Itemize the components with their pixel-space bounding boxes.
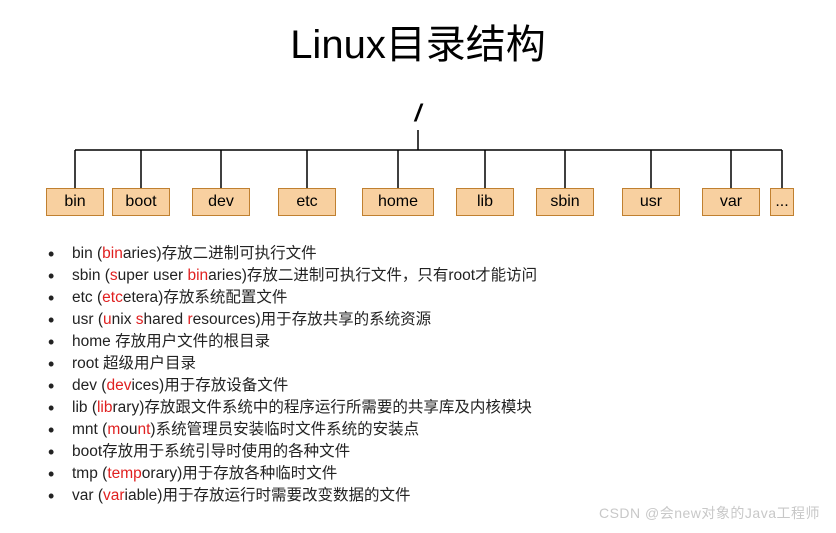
dir-box-moremoremore: ...: [770, 188, 794, 216]
text: dev (: [72, 377, 106, 394]
text: esources)用于存放共享的系统资源: [193, 311, 432, 328]
dir-box-boot: boot: [112, 188, 170, 216]
text: etc (: [72, 289, 102, 306]
text: home 存放用户文件的根目录: [72, 333, 270, 350]
list-item: etc (etcetera)存放系统配置文件: [48, 287, 836, 309]
dir-box-sbin: sbin: [536, 188, 594, 216]
highlight-text: m: [107, 421, 120, 438]
dir-box-bin: bin: [46, 188, 104, 216]
list-item: usr (unix shared resources)用于存放共享的系统资源: [48, 309, 836, 331]
text: mnt (: [72, 421, 107, 438]
highlight-text: nt: [137, 421, 150, 438]
highlight-text: u: [103, 311, 112, 328]
text: boot存放用于系统引导时使用的各种文件: [72, 443, 350, 460]
tree-connectors: [38, 128, 798, 188]
dir-box-lib: lib: [456, 188, 514, 216]
text: nix: [112, 311, 136, 328]
list-item: tmp (temporary)用于存放各种临时文件: [48, 463, 836, 485]
text: hared: [144, 311, 188, 328]
highlight-text: dev: [106, 377, 131, 394]
text: aries)存放二进制可执行文件，只有root才能访问: [208, 267, 537, 284]
text: orary)用于存放各种临时文件: [142, 465, 337, 482]
text: etera)存放系统配置文件: [123, 289, 288, 306]
dir-box-usr: usr: [622, 188, 680, 216]
directory-tree: / binbootdevetchomelibsbinusrvar...: [38, 100, 798, 225]
list-item: dev (devices)用于存放设备文件: [48, 375, 836, 397]
text: iable)用于存放运行时需要改变数据的文件: [125, 487, 411, 504]
dir-box-etc: etc: [278, 188, 336, 216]
highlight-text: bin: [102, 245, 123, 262]
list-item: sbin (super user binaries)存放二进制可执行文件，只有r…: [48, 265, 836, 287]
text: ices)用于存放设备文件: [131, 377, 288, 394]
list-item: lib (library)存放跟文件系统中的程序运行所需要的共享库及内核模块: [48, 397, 836, 419]
text: bin (: [72, 245, 102, 262]
list-item: home 存放用户文件的根目录: [48, 331, 836, 353]
list-item: mnt (mount)系统管理员安装临时文件系统的安装点: [48, 419, 836, 441]
dir-box-dev: dev: [192, 188, 250, 216]
text: usr (: [72, 311, 103, 328]
highlight-text: temp: [107, 465, 141, 482]
list-item: boot存放用于系统引导时使用的各种文件: [48, 441, 836, 463]
list-item: bin (binaries)存放二进制可执行文件: [48, 243, 836, 265]
highlight-text: bin: [187, 267, 208, 284]
text: rary)存放跟文件系统中的程序运行所需要的共享库及内核模块: [113, 399, 532, 416]
dir-box-var: var: [702, 188, 760, 216]
watermark: CSDN @会new对象的Java工程师: [599, 503, 820, 523]
root-node: /: [415, 100, 422, 128]
text: aries)存放二进制可执行文件: [123, 245, 317, 262]
text: ou: [120, 421, 137, 438]
text: tmp (: [72, 465, 107, 482]
text: sbin (: [72, 267, 110, 284]
list-item: root 超级用户目录: [48, 353, 836, 375]
page-title: Linux目录结构: [0, 12, 836, 70]
text: uper user: [118, 267, 188, 284]
highlight-text: s: [110, 267, 118, 284]
dir-box-home: home: [362, 188, 434, 216]
directory-description-list: bin (binaries)存放二进制可执行文件sbin (super user…: [48, 243, 836, 507]
highlight-text: etc: [102, 289, 123, 306]
text: root 超级用户目录: [72, 355, 196, 372]
highlight-text: s: [136, 311, 144, 328]
highlight-text: lib: [97, 399, 113, 416]
highlight-text: var: [103, 487, 125, 504]
text: lib (: [72, 399, 97, 416]
text: )系统管理员安装临时文件系统的安装点: [150, 421, 419, 438]
text: var (: [72, 487, 103, 504]
